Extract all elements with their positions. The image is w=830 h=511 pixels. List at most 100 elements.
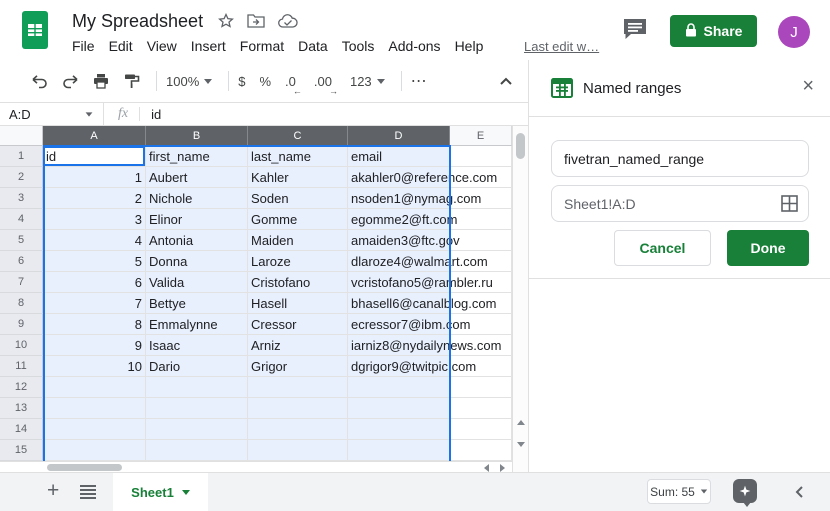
scroll-up-icon[interactable] [517,420,525,425]
row-header-12[interactable]: 12 [0,377,43,398]
cell-C6[interactable]: Laroze [248,251,348,272]
cell-A8[interactable]: 7 [43,293,146,314]
cell-C11[interactable]: Grigor [248,356,348,377]
vertical-scrollbar-thumb[interactable] [516,133,525,159]
cell-E14[interactable] [450,419,512,440]
all-sheets-menu-icon[interactable] [80,485,96,499]
menu-view[interactable]: View [140,36,184,56]
cell-D10[interactable]: iarniz8@nydailynews.com [348,335,450,356]
scroll-down-icon[interactable] [517,442,525,447]
cell-C1[interactable]: last_name [248,146,348,167]
cell-B10[interactable]: Isaac [146,335,248,356]
cell-B8[interactable]: Bettye [146,293,248,314]
done-button[interactable]: Done [727,230,809,266]
increase-decimal-button[interactable]: .00→ [314,74,332,89]
cell-B9[interactable]: Emmalynne [146,314,248,335]
close-icon[interactable]: × [802,76,814,96]
menu-add-ons[interactable]: Add-ons [381,36,447,56]
document-title[interactable]: My Spreadsheet [72,11,203,32]
format-currency-button[interactable]: $ [238,74,245,89]
row-header-8[interactable]: 8 [0,293,43,314]
menu-help[interactable]: Help [448,36,491,56]
collapse-panel-chevron-icon[interactable] [793,484,807,505]
menu-insert[interactable]: Insert [184,36,233,56]
cell-D4[interactable]: egomme2@ft.com [348,209,450,230]
menu-format[interactable]: Format [233,36,291,56]
cell-C5[interactable]: Maiden [248,230,348,251]
range-name-input[interactable] [551,140,809,177]
row-header-10[interactable]: 10 [0,335,43,356]
cell-D15[interactable] [348,440,450,461]
row-header-9[interactable]: 9 [0,314,43,335]
cell-A12[interactable] [43,377,146,398]
cell-D8[interactable]: bhasell6@canalblog.com [348,293,450,314]
cell-E1[interactable] [450,146,512,167]
cell-E4[interactable] [450,209,512,230]
add-sheet-button[interactable]: + [47,479,59,503]
comment-history-icon[interactable] [622,17,652,45]
row-header-4[interactable]: 4 [0,209,43,230]
more-tools-icon[interactable]: ⋯ [411,71,428,91]
format-percent-button[interactable]: % [259,74,271,89]
cell-D5[interactable]: amaiden3@ftc.gov [348,230,450,251]
star-icon[interactable] [218,13,234,34]
row-header-5[interactable]: 5 [0,230,43,251]
cell-E15[interactable] [450,440,512,461]
menu-tools[interactable]: Tools [335,36,382,56]
cell-C10[interactable]: Arniz [248,335,348,356]
range-reference-input[interactable] [551,185,809,222]
column-header-D[interactable]: D [348,126,450,146]
column-header-E[interactable]: E [450,126,512,146]
row-header-7[interactable]: 7 [0,272,43,293]
formula-input[interactable]: id [151,107,161,122]
select-all-corner[interactable] [0,126,43,146]
cell-B6[interactable]: Donna [146,251,248,272]
column-header-A[interactable]: A [43,126,146,146]
menu-file[interactable]: File [65,36,102,56]
cell-B1[interactable]: first_name [146,146,248,167]
cell-C8[interactable]: Hasell [248,293,348,314]
row-header-15[interactable]: 15 [0,440,43,461]
cell-D14[interactable] [348,419,450,440]
cell-A10[interactable]: 9 [43,335,146,356]
scroll-right-icon[interactable] [500,464,505,472]
cell-D6[interactable]: dlaroze4@walmart.com [348,251,450,272]
cell-B13[interactable] [146,398,248,419]
cell-A4[interactable]: 3 [43,209,146,230]
cell-B14[interactable] [146,419,248,440]
cell-D2[interactable]: akahler0@reference.com [348,167,450,188]
cell-A13[interactable] [43,398,146,419]
cell-C2[interactable]: Kahler [248,167,348,188]
cell-A9[interactable]: 8 [43,314,146,335]
cell-A3[interactable]: 2 [43,188,146,209]
cell-D1[interactable]: email [348,146,450,167]
cell-A5[interactable]: 4 [43,230,146,251]
cancel-button[interactable]: Cancel [614,230,711,266]
zoom-control[interactable]: 100% [166,74,212,89]
redo-icon[interactable] [61,72,79,90]
cell-D9[interactable]: ecressor7@ibm.com [348,314,450,335]
paint-format-icon[interactable] [123,72,141,90]
move-folder-icon[interactable] [247,14,265,33]
cell-B5[interactable]: Antonia [146,230,248,251]
select-data-range-icon[interactable] [781,195,798,217]
row-header-1[interactable]: 1 [0,146,43,167]
horizontal-scrollbar[interactable] [0,461,512,472]
sheet-tab[interactable]: Sheet1 [113,473,208,511]
account-avatar[interactable]: J [778,16,810,48]
cell-C3[interactable]: Soden [248,188,348,209]
cell-C7[interactable]: Cristofano [248,272,348,293]
cell-C9[interactable]: Cressor [248,314,348,335]
cell-B3[interactable]: Nichole [146,188,248,209]
vertical-scrollbar[interactable] [512,126,528,472]
print-icon[interactable] [92,72,110,90]
row-header-6[interactable]: 6 [0,251,43,272]
cell-A6[interactable]: 5 [43,251,146,272]
cell-B15[interactable] [146,440,248,461]
collapse-toolbar-icon[interactable] [498,74,514,92]
cell-A1[interactable]: id [43,146,146,167]
row-header-3[interactable]: 3 [0,188,43,209]
share-button[interactable]: Share [670,15,757,47]
cell-C13[interactable] [248,398,348,419]
cell-B11[interactable]: Dario [146,356,248,377]
